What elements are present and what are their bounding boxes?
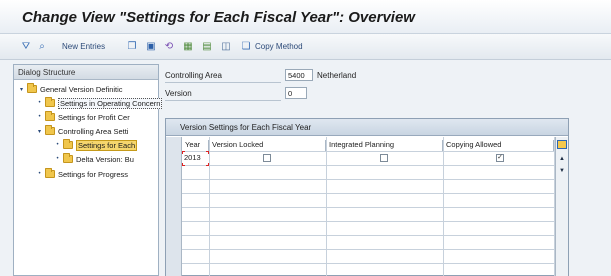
display-change-icon[interactable]: ⌕	[36, 41, 48, 53]
folder-open-icon	[63, 139, 73, 149]
version-locked-checkbox[interactable]	[263, 154, 271, 162]
bullet-icon: •	[38, 100, 41, 106]
column-header-version-locked[interactable]: Version Locked	[209, 140, 326, 151]
copying-allowed-checkbox[interactable]: ✓	[496, 154, 504, 162]
grid-line	[182, 249, 554, 250]
dialog-structure-title: Dialog Structure	[14, 65, 158, 80]
controlling-area-field[interactable]: 5400	[285, 69, 313, 81]
cell-focus-corner	[182, 163, 185, 166]
integrated-planning-checkbox[interactable]	[380, 154, 388, 162]
grid-line	[182, 207, 554, 208]
grid-line	[182, 193, 554, 194]
tree-item-label: General Version Definitic	[40, 84, 123, 94]
tree-item-fiscal-year-settings[interactable]: • Settings for Each	[54, 139, 138, 151]
bullet-icon: •	[38, 114, 41, 120]
tree-item-controlling-area[interactable]: ▾ Controlling Area Setti	[36, 125, 128, 137]
tree-item-label: Settings for Each	[76, 139, 138, 151]
year-cell[interactable]: 2013	[184, 153, 206, 163]
tree-item-operating-concern[interactable]: • Settings in Operating Concern	[36, 97, 163, 109]
table-title: Version Settings for Each Fiscal Year	[166, 119, 568, 136]
tree-item-delta-version[interactable]: • Delta Version: Bu	[54, 153, 134, 165]
bullet-icon: •	[38, 171, 41, 177]
folder-icon	[45, 125, 55, 135]
scroll-down-icon[interactable]: ▼	[559, 168, 565, 174]
tree-item-progress[interactable]: • Settings for Progress	[36, 168, 128, 180]
tree-item-label: Controlling Area Setti	[58, 126, 129, 136]
undo-icon[interactable]: ⟲	[163, 41, 175, 53]
bullet-icon: •	[56, 156, 59, 162]
collapse-icon[interactable]: ▾	[36, 128, 43, 135]
copy-method-icon[interactable]: ❏	[240, 41, 252, 53]
filter-icon[interactable]: ⛛	[20, 41, 32, 53]
grid-line	[182, 263, 554, 264]
version-label: Version	[165, 89, 192, 98]
field-underline	[165, 82, 281, 83]
tree-item-profit-center[interactable]: • Settings for Profit Cer	[36, 111, 130, 123]
new-entries-button[interactable]: New Entries	[62, 42, 105, 51]
column-header-copying-allowed[interactable]: Copying Allowed	[443, 140, 554, 151]
grid-line	[182, 151, 554, 152]
scroll-up-icon[interactable]: ▲	[559, 156, 565, 162]
title-bar: Change View "Settings for Each Fiscal Ye…	[0, 0, 611, 34]
controlling-area-label: Controlling Area	[165, 71, 222, 80]
select-block-icon[interactable]: ▤	[201, 41, 213, 53]
version-settings-table: Version Settings for Each Fiscal Year Ye…	[165, 118, 569, 276]
deselect-icon[interactable]: ◫	[220, 41, 232, 53]
column-settings-icon[interactable]	[557, 140, 567, 149]
copy-icon[interactable]: ❐	[126, 41, 138, 53]
cell-focus-corner	[206, 151, 209, 154]
grid-line	[182, 235, 554, 236]
column-header-year[interactable]: Year	[182, 140, 209, 151]
folder-icon	[45, 168, 55, 178]
cell-focus-corner	[206, 163, 209, 166]
column-header-integrated-planning[interactable]: Integrated Planning	[326, 140, 443, 151]
tree-item-label: Settings in Operating Concern	[58, 97, 163, 109]
page-title: Change View "Settings for Each Fiscal Ye…	[22, 9, 415, 26]
tree-item-general-version[interactable]: ▾ General Version Definitic	[18, 83, 123, 95]
controlling-area-description: Netherland	[317, 71, 357, 80]
bullet-icon: •	[56, 142, 59, 148]
tree-item-label: Settings for Progress	[58, 169, 129, 179]
field-underline	[165, 100, 281, 101]
vertical-scrollbar[interactable]: ▲ ▼	[555, 137, 568, 276]
grid-line	[182, 179, 554, 180]
table-grid: Year Version Locked Integrated Planning …	[166, 137, 568, 276]
dialog-structure-pane: Dialog Structure ▾ General Version Defin…	[13, 64, 163, 276]
collapse-icon[interactable]: ▾	[18, 86, 25, 93]
tree-item-label: Settings for Profit Cer	[58, 112, 130, 122]
folder-icon	[27, 83, 37, 93]
cell-focus-corner	[182, 151, 185, 154]
version-field[interactable]: 0	[285, 87, 307, 99]
row-selector-column[interactable]	[166, 137, 182, 276]
copy-method-button[interactable]: Copy Method	[255, 42, 303, 51]
tree-item-label: Delta Version: Bu	[76, 154, 134, 164]
folder-icon	[63, 153, 73, 163]
application-toolbar: ⛛ ⌕ New Entries ❐ ▣ ⟲ ▦ ▤ ◫ ❏ Copy Metho…	[0, 34, 611, 60]
grid-line	[182, 221, 554, 222]
select-all-icon[interactable]: ▦	[182, 41, 194, 53]
folder-icon	[45, 97, 55, 107]
folder-icon	[45, 111, 55, 121]
grid-line	[182, 165, 554, 166]
save-icon[interactable]: ▣	[145, 41, 157, 53]
